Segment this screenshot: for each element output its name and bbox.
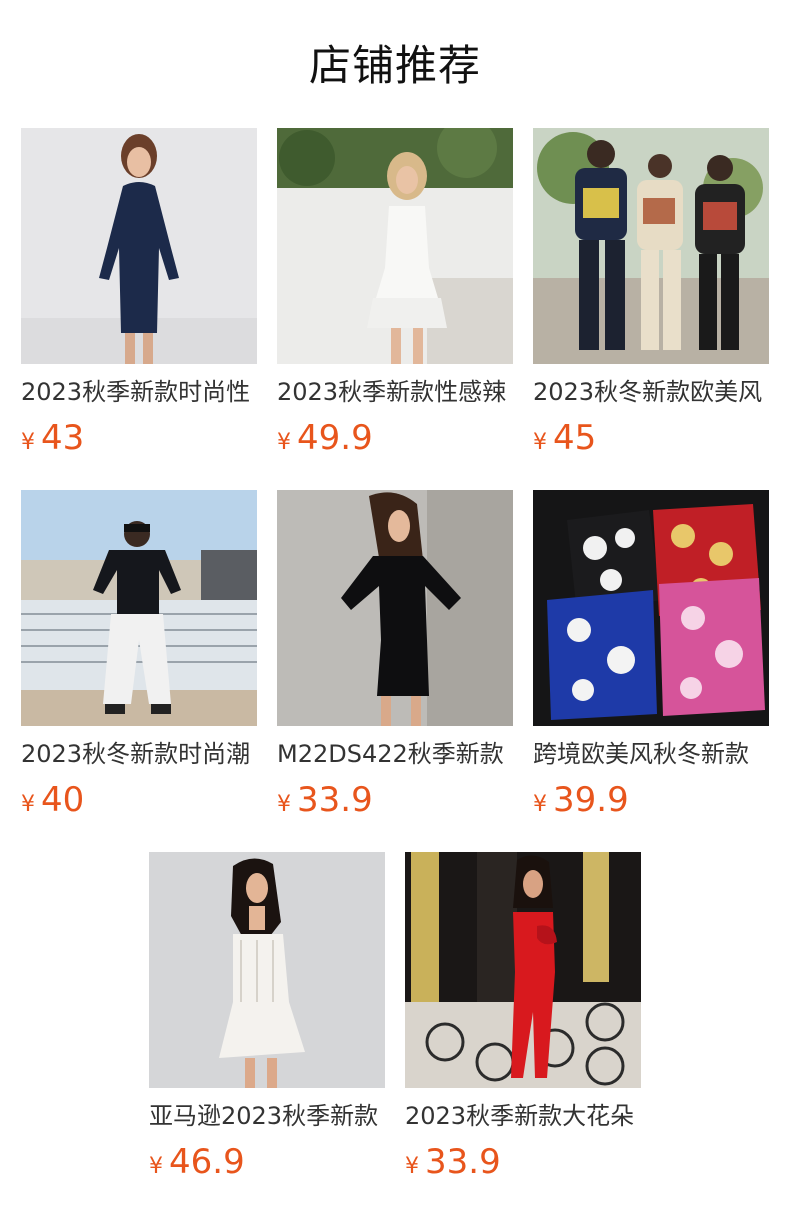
product-card[interactable]: 2023秋冬新款时尚潮 ¥40 [21,490,257,820]
product-row: 2023秋季新款时尚性 ¥43 2023秋季新款性感辣 ¥ 49.9 2023秋… [0,128,790,458]
price-amount: 46.9 [169,1142,245,1182]
product-row: 2023秋冬新款时尚潮 ¥40 M22DS422秋季新款 ¥33.9 跨境欧美风… [0,490,790,820]
product-grid: 2023秋季新款时尚性 ¥43 2023秋季新款性感辣 ¥ 49.9 2023秋… [0,128,790,1214]
product-row: 亚马逊2023秋季新款 ¥46.9 2023秋季新款大花朵 ¥ 33.9 [0,852,790,1182]
currency-symbol: ¥ [405,1154,419,1179]
product-title[interactable]: M22DS422秋季新款 [277,738,513,770]
product-title[interactable]: 2023秋季新款大花朵 [405,1100,641,1132]
currency-symbol: ¥ [277,792,291,817]
product-card[interactable]: 2023秋季新款大花朵 ¥33.9 [405,852,641,1182]
product-price: ¥40 [21,780,257,820]
price-amount: 39.9 [553,780,629,820]
currency-symbol: ¥ [21,792,35,817]
product-price: ¥33.9 [277,780,513,820]
product-image[interactable] [277,490,513,726]
product-title[interactable]: 2023秋季新款时尚性 [21,376,257,408]
product-price: ¥46.9 [149,1142,385,1182]
product-card[interactable]: 亚马逊2023秋季新款 ¥46.9 [149,852,385,1182]
currency-symbol: ¥ [533,430,547,455]
product-price: ¥45 [533,418,769,458]
price-amount: 33.9 [425,1142,501,1182]
price-amount: 33.9 [297,780,373,820]
price-amount: 45 [553,418,597,458]
product-title[interactable]: 2023秋冬新款时尚潮 [21,738,257,770]
product-card[interactable]: 2023秋冬新款欧美风 ¥45 [533,128,769,458]
price-amount: 49.9 [297,418,373,458]
product-title[interactable]: 2023秋冬新款欧美风 [533,376,769,408]
price-amount: 40 [41,780,85,820]
product-card[interactable]: M22DS422秋季新款 ¥33.9 [277,490,513,820]
product-price: ¥43 [21,418,257,458]
product-image[interactable] [533,490,769,726]
product-image[interactable] [405,852,641,1088]
product-title[interactable]: 跨境欧美风秋冬新款 [533,738,769,770]
product-price: ¥33.9 [405,1142,641,1182]
product-title[interactable]: 亚马逊2023秋季新款 [149,1100,385,1132]
product-image[interactable] [21,128,257,364]
product-card[interactable]: 2023秋季新款时尚性 ¥43 [21,128,257,458]
currency-symbol: ¥ [533,792,547,817]
product-price: ¥49.9 [277,418,513,458]
product-image[interactable] [277,128,513,364]
currency-symbol: ¥ [149,1154,163,1179]
product-card[interactable]: 2023秋季新款性感辣 ¥49.9 [277,128,513,458]
product-image[interactable] [21,490,257,726]
product-image[interactable] [149,852,385,1088]
product-title[interactable]: 2023秋季新款性感辣 [277,376,513,408]
product-card[interactable]: 跨境欧美风秋冬新款 ¥39.9 [533,490,769,820]
product-price: ¥39.9 [533,780,769,820]
page-title: 店铺推荐 [308,41,481,90]
currency-symbol: ¥ [21,430,35,455]
currency-symbol: ¥ [277,430,291,455]
product-image[interactable] [533,128,769,364]
price-amount: 43 [41,418,85,458]
